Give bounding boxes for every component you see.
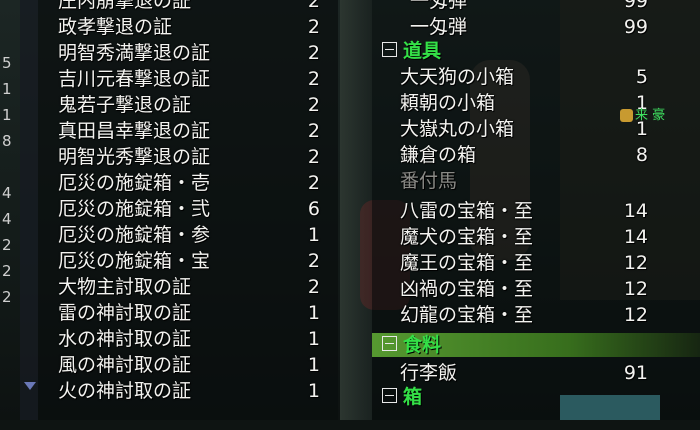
collapse-box-icon[interactable]	[382, 388, 397, 403]
list-item[interactable]: 魔王の宝箱・至 12	[400, 250, 648, 276]
list-item[interactable]: 厄災の施錠箱・弐 6	[58, 196, 320, 222]
list-item[interactable]: 厄災の施錠箱・参 1	[58, 222, 320, 248]
list-item[interactable]: 雷の神討取の証 1	[58, 300, 320, 326]
side-status-badge: 来 豪	[620, 104, 665, 123]
list-item[interactable]: 吉川元春撃退の証 2	[58, 66, 320, 92]
list-item[interactable]: 大物主討取の証 2	[58, 274, 320, 300]
list-item[interactable]: 番付馬	[400, 168, 648, 194]
category-food-header[interactable]: 食料	[382, 332, 441, 358]
list-item[interactable]: 一匁弾 99	[410, 14, 648, 40]
list-item[interactable]	[58, 404, 320, 430]
list-item[interactable]: 八雷の宝箱・至 14	[400, 198, 648, 224]
list-item[interactable]: 大天狗の小箱 5	[400, 64, 648, 90]
list-item[interactable]: 凶禍の宝箱・至 12	[400, 276, 648, 302]
list-item[interactable]: 火の神討取の証 1	[58, 378, 320, 404]
scroll-down-arrow-icon[interactable]	[24, 382, 36, 390]
list-item[interactable]: 厄災の施錠箱・宝 2	[58, 248, 320, 274]
list-item[interactable]: 真田昌幸撃退の証 2	[58, 118, 320, 144]
list-item[interactable]: 魔犬の宝箱・至 14	[400, 224, 648, 250]
crest-icon	[620, 109, 633, 122]
list-item[interactable]: 風の神討取の証 1	[58, 352, 320, 378]
list-item[interactable]: 水の神討取の証 1	[58, 326, 320, 352]
list-item[interactable]: 幻龍の宝箱・至 12	[400, 302, 648, 328]
category-tools-header[interactable]: 道具	[382, 38, 441, 64]
list-item[interactable]: 一匁弾 99	[410, 0, 648, 14]
list-item[interactable]: 厄災の施錠箱・壱 2	[58, 170, 320, 196]
list-item[interactable]: 明智光秀撃退の証 2	[58, 144, 320, 170]
left-edge-fragment: 511 844 222	[2, 54, 12, 306]
collapse-box-icon[interactable]	[382, 336, 397, 351]
list-item[interactable]: 大嶽丸の小箱 1	[400, 116, 648, 142]
list-item[interactable]: 明智秀満撃退の証 2	[58, 40, 320, 66]
left-scrollbar[interactable]	[20, 0, 38, 420]
list-item[interactable]: 行李飯 91	[400, 360, 648, 386]
collapse-box-icon[interactable]	[382, 42, 397, 57]
list-item[interactable]: 頼朝の小箱 1	[400, 90, 648, 116]
category-box-header[interactable]: 箱	[382, 384, 422, 410]
list-item[interactable]: 政孝撃退の証 2	[58, 14, 320, 40]
list-item[interactable]: 庄内崩撃退の証 2	[58, 0, 320, 14]
list-item[interactable]: 鬼若子撃退の証 2	[58, 92, 320, 118]
list-item[interactable]: 鎌倉の箱 8	[400, 142, 648, 168]
